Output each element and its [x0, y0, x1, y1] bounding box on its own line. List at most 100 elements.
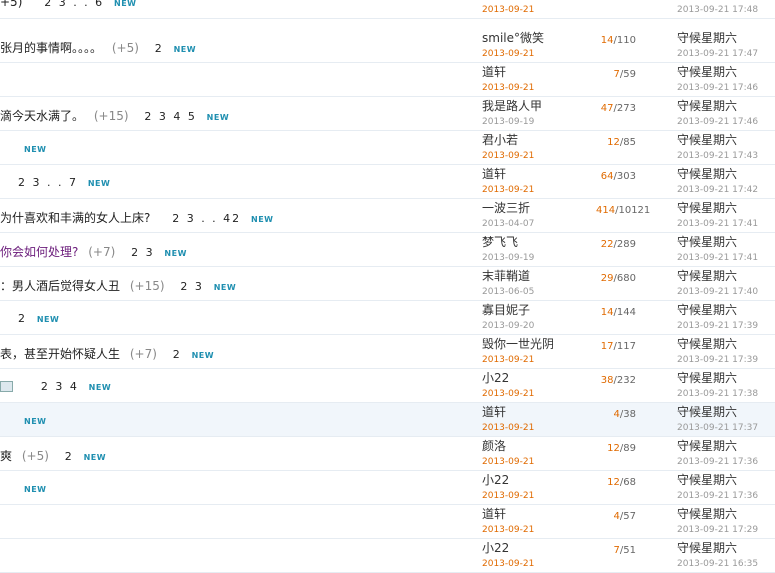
last-post-time[interactable]: 2013-09-21 17:40: [677, 286, 775, 298]
author-link[interactable]: 小22: [482, 473, 592, 487]
author-link[interactable]: 一波三折: [482, 201, 592, 215]
last-poster-link[interactable]: 守候星期六: [677, 269, 775, 283]
last-poster-link[interactable]: 守候星期六: [677, 133, 775, 147]
page-links[interactable]: 2 3 4 5: [144, 110, 196, 123]
thread-title-link[interactable]: 你会如何处理?: [0, 245, 78, 259]
reply-view-count: 12/89: [607, 443, 636, 454]
author-cell: 小22 2013-09-21: [482, 473, 592, 502]
reply-view-count: 7/59: [613, 69, 636, 80]
thread-row[interactable]: 滴今天水满了。 (+15) 2 3 4 5 NEW 我是路人甲 2013-09-…: [0, 97, 775, 131]
thread-title-link[interactable]: +5): [0, 0, 22, 9]
thread-row[interactable]: NEW 君小若 2013-09-21 12/85 守候星期六 2013-09-2…: [0, 131, 775, 165]
page-links[interactable]: 2: [155, 42, 164, 55]
author-link[interactable]: 道轩: [482, 507, 592, 521]
thread-row[interactable]: ：男人酒后觉得女人丑 (+15) 2 3 NEW 末菲鞘道 2013-06-05…: [0, 267, 775, 301]
last-post-time[interactable]: 2013-09-21 17:29: [677, 524, 775, 536]
thread-row[interactable]: 为什喜欢和丰满的女人上床? 2 3 . . 42 NEW 一波三折 2013-0…: [0, 199, 775, 233]
last-post-time[interactable]: 2013-09-21 17:36: [677, 456, 775, 468]
author-link[interactable]: smile°微笑: [482, 31, 592, 45]
reply-view-count: 14/110: [600, 35, 636, 46]
page-links[interactable]: 2 3 . . 6: [44, 0, 104, 9]
thread-row[interactable]: 你会如何处理? (+7) 2 3 NEW 梦飞飞 2013-09-19 22/2…: [0, 233, 775, 267]
author-cell: 毁你一世光阴 2013-09-21: [482, 337, 592, 366]
last-poster-link[interactable]: 守候星期六: [677, 31, 775, 45]
author-link[interactable]: 君小若: [482, 133, 592, 147]
last-post-cell: 守候星期六 2013-09-21 17:42: [677, 167, 775, 196]
thread-title-link[interactable]: ：男人酒后觉得女人丑: [0, 279, 120, 293]
author-link[interactable]: 道轩: [482, 0, 592, 1]
new-badge: NEW: [36, 315, 60, 324]
last-post-time[interactable]: 2013-09-21 17:38: [677, 388, 775, 400]
page-links[interactable]: 2 3: [180, 280, 204, 293]
last-post-time[interactable]: 2013-09-21 16:35: [677, 558, 775, 570]
page-links[interactable]: 2: [65, 450, 74, 463]
thread-row[interactable]: 小22 2013-09-21 7/51 守候星期六 2013-09-21 16:…: [0, 539, 775, 573]
last-poster-link[interactable]: 守候星期六: [677, 99, 775, 113]
reply-view-count: 64/303: [600, 171, 636, 182]
last-poster-link[interactable]: 守候星期六: [677, 405, 775, 419]
thread-row[interactable]: +5) 2 3 . . 6 NEW 道轩 2013-09-21 52/269 守…: [0, 0, 775, 19]
thread-row[interactable]: 2 3 4 NEW 小22 2013-09-21 38/232 守候星期六 20…: [0, 369, 775, 403]
thread-row[interactable]: NEW 小22 2013-09-21 12/68 守候星期六 2013-09-2…: [0, 471, 775, 505]
thread-row[interactable]: 道轩 2013-09-21 4/57 守候星期六 2013-09-21 17:2…: [0, 505, 775, 539]
page-links[interactable]: 2 3 . . 7: [18, 176, 78, 189]
last-post-time[interactable]: 2013-09-21 17:41: [677, 218, 775, 230]
last-poster-link[interactable]: 守候星期六: [677, 473, 775, 487]
thread-row[interactable]: 爽 (+5) 2 NEW 颜洛 2013-09-21 12/89 守候星期六 2…: [0, 437, 775, 471]
last-poster-link[interactable]: 守候星期六: [677, 201, 775, 215]
last-post-time[interactable]: 2013-09-21 17:43: [677, 150, 775, 162]
thread-title-link[interactable]: 爽: [0, 449, 12, 463]
last-post-time[interactable]: 2013-09-21 17:37: [677, 422, 775, 434]
author-link[interactable]: 末菲鞘道: [482, 269, 592, 283]
author-link[interactable]: 道轩: [482, 65, 592, 79]
author-link[interactable]: 毁你一世光阴: [482, 337, 592, 351]
post-date: 2013-09-21: [482, 423, 535, 433]
thread-row[interactable]: 2 3 . . 7 NEW 道轩 2013-09-21 64/303 守候星期六…: [0, 165, 775, 199]
author-link[interactable]: 寡目妮子: [482, 303, 592, 317]
last-post-time[interactable]: 2013-09-21 17:46: [677, 116, 775, 128]
page-links[interactable]: 2 3 4: [41, 380, 79, 393]
last-post-time[interactable]: 2013-09-21 17:48: [677, 4, 775, 16]
thread-title-link[interactable]: 滴今天水满了。: [0, 109, 84, 123]
thread-row[interactable]: 道轩 2013-09-21 7/59 守候星期六 2013-09-21 17:4…: [0, 63, 775, 97]
page-links[interactable]: 2: [173, 348, 182, 361]
last-poster-link[interactable]: 守候星期六: [677, 541, 775, 555]
author-link[interactable]: 小22: [482, 541, 592, 555]
thread-title-link[interactable]: 张月的事情啊。。。。: [0, 41, 102, 55]
author-link[interactable]: 小22: [482, 371, 592, 385]
last-poster-link[interactable]: 守候星期六: [677, 235, 775, 249]
last-post-time[interactable]: 2013-09-21 17:39: [677, 354, 775, 366]
last-poster-link[interactable]: 守候星期六: [677, 337, 775, 351]
last-poster-link[interactable]: 守候星期六: [677, 65, 775, 79]
thread-row[interactable]: 表，甚至开始怀疑人生 (+7) 2 NEW 毁你一世光阴 2013-09-21 …: [0, 335, 775, 369]
last-post-time[interactable]: 2013-09-21 17:42: [677, 184, 775, 196]
page-links[interactable]: 2 3: [131, 246, 155, 259]
author-link[interactable]: 我是路人甲: [482, 99, 592, 113]
author-link[interactable]: 道轩: [482, 167, 592, 181]
last-post-time[interactable]: 2013-09-21 17:46: [677, 82, 775, 94]
thread-title-link[interactable]: 表，甚至开始怀疑人生: [0, 347, 120, 361]
last-poster-link[interactable]: 守候星期六: [677, 507, 775, 521]
page-links[interactable]: 2: [18, 312, 27, 325]
new-badge: NEW: [24, 485, 47, 494]
author-link[interactable]: 道轩: [482, 405, 592, 419]
last-post-time[interactable]: 2013-09-21 17:47: [677, 48, 775, 60]
author-link[interactable]: 颜洛: [482, 439, 592, 453]
last-poster-link[interactable]: 守候星期六: [677, 303, 775, 317]
post-date: 2013-09-21: [482, 49, 535, 59]
page-links[interactable]: 2 3 . . 42: [172, 212, 241, 225]
thread-row[interactable]: 张月的事情啊。。。。 (+5) 2 NEW smile°微笑 2013-09-2…: [0, 29, 775, 63]
last-post-time[interactable]: 2013-09-21 17:41: [677, 252, 775, 264]
author-link[interactable]: 梦飞飞: [482, 235, 592, 249]
last-post-time[interactable]: 2013-09-21 17:39: [677, 320, 775, 332]
last-poster-link[interactable]: 守候星期六: [677, 371, 775, 385]
last-poster-link[interactable]: 守候星期六: [677, 439, 775, 453]
last-post-time[interactable]: 2013-09-21 17:36: [677, 490, 775, 502]
thread-row[interactable]: NEW 道轩 2013-09-21 4/38 守候星期六 2013-09-21 …: [0, 403, 775, 437]
last-poster-link[interactable]: 守候星期六: [677, 167, 775, 181]
thread-row[interactable]: 2 NEW 寡目妮子 2013-09-20 14/144 守候星期六 2013-…: [0, 301, 775, 335]
author-cell: 末菲鞘道 2013-06-05: [482, 269, 592, 298]
last-poster-link[interactable]: 守候星期六: [677, 0, 775, 1]
thread-title-link[interactable]: 为什喜欢和丰满的女人上床?: [0, 211, 150, 225]
post-date: 2013-09-21: [482, 389, 535, 399]
